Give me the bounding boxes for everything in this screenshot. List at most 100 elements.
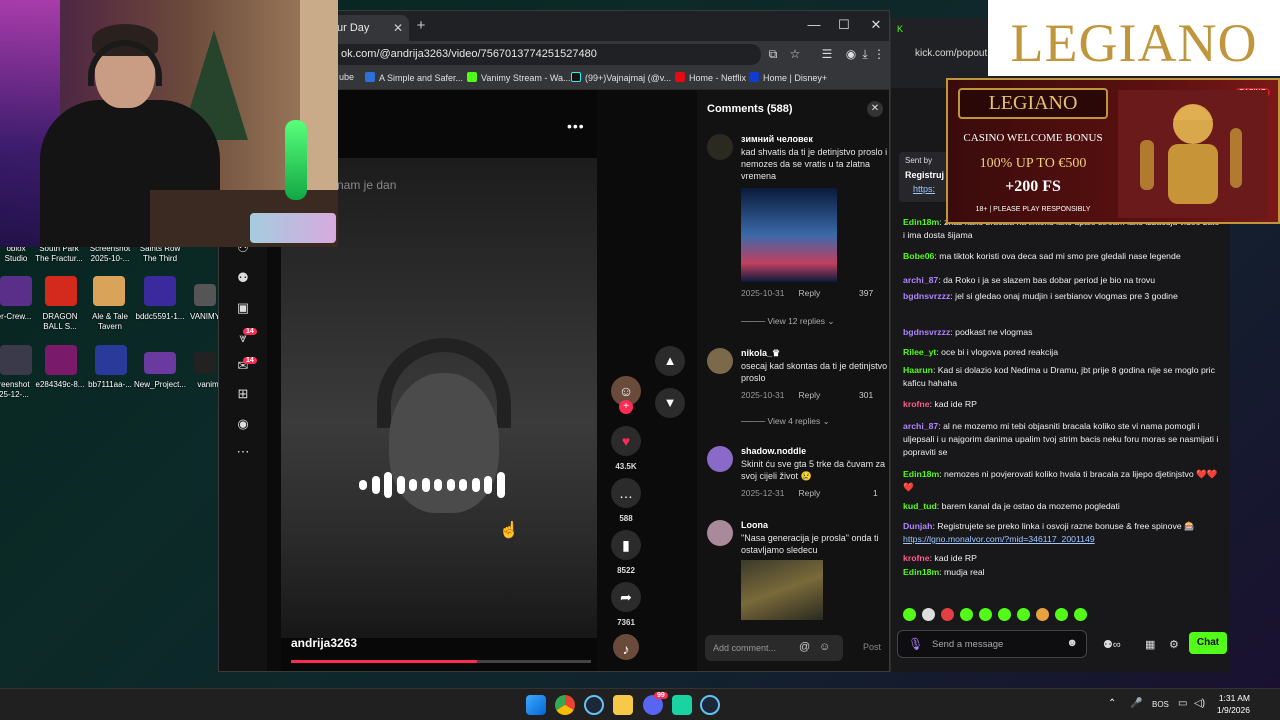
previous-video-button[interactable]: ▲ bbox=[655, 346, 685, 376]
bookmark-tiktok[interactable]: (99+)Vajnajmaj (@v... bbox=[571, 72, 671, 83]
crew-app-icon[interactable] bbox=[0, 276, 32, 306]
sound-avatar[interactable]: ♪ bbox=[607, 634, 645, 660]
video-more-icon[interactable]: ••• bbox=[567, 118, 585, 134]
legiano-banner-ad[interactable]: LEGIANO CASINO CASINO WELCOME BONUS 100%… bbox=[946, 78, 1280, 224]
vanim-file-icon[interactable] bbox=[194, 352, 216, 374]
chat-username[interactable]: archi_87 bbox=[903, 421, 938, 431]
view-replies-link[interactable]: ──── View 12 replies ⌄ bbox=[741, 316, 834, 327]
comment-author[interactable]: зимний человек bbox=[741, 134, 813, 144]
friends-icon[interactable]: ⚉ bbox=[233, 270, 253, 290]
bookmark-vanimy-stream[interactable]: Vanimy Stream - Wa... bbox=[467, 72, 571, 83]
chat-username[interactable]: Edin18m bbox=[903, 217, 939, 227]
chat-username[interactable]: krofne bbox=[903, 553, 930, 563]
ale-tale-icon[interactable] bbox=[93, 276, 125, 306]
comment-button[interactable]: … 588 bbox=[607, 478, 645, 523]
comment-author[interactable]: shadow.noddle bbox=[741, 446, 806, 456]
steam-icon[interactable] bbox=[584, 695, 604, 715]
kick-tab-icon[interactable]: K bbox=[897, 24, 903, 34]
creator-avatar[interactable]: ☺ + bbox=[607, 376, 645, 414]
steam-icon-2[interactable] bbox=[700, 695, 720, 715]
share-button[interactable]: ➦ 7361 bbox=[607, 582, 645, 627]
reading-list-icon[interactable]: ☰ bbox=[819, 47, 835, 61]
bookmark-disney[interactable]: Home | Disney+ bbox=[749, 72, 827, 83]
emote-icon[interactable] bbox=[1055, 608, 1068, 621]
save-button[interactable]: ▮ 8522 bbox=[607, 530, 645, 575]
comment-likes[interactable]: 301 bbox=[859, 390, 873, 400]
chat-username[interactable]: krofne bbox=[903, 399, 930, 409]
emote-icon[interactable] bbox=[998, 608, 1011, 621]
mention-icon[interactable]: @ bbox=[799, 641, 810, 653]
view-replies-link[interactable]: ──── View 4 replies ⌄ bbox=[741, 416, 830, 427]
screenshot-file-icon[interactable] bbox=[0, 345, 32, 375]
chat-username[interactable]: archi_87 bbox=[903, 275, 938, 285]
chat-username[interactable]: bgdnsvrzzz bbox=[903, 291, 950, 301]
video-progress-bar[interactable] bbox=[291, 660, 591, 663]
new-tab-icon[interactable]: + bbox=[411, 17, 431, 37]
minimize-icon[interactable]: — bbox=[805, 17, 823, 32]
pinned-link[interactable]: https: bbox=[913, 184, 935, 194]
chat-username[interactable]: Edin18m bbox=[903, 469, 939, 479]
reply-link[interactable]: Reply bbox=[798, 288, 820, 298]
emoji-icon[interactable]: ☺ bbox=[819, 641, 830, 653]
live-icon[interactable]: ▣ bbox=[233, 300, 253, 320]
chrome-icon[interactable] bbox=[555, 695, 575, 715]
comment-author[interactable]: Loona bbox=[741, 520, 768, 530]
reply-link[interactable]: Reply bbox=[798, 390, 820, 400]
emoji-icon[interactable]: ☻ bbox=[1066, 637, 1078, 649]
emote-icon[interactable] bbox=[979, 608, 992, 621]
video-author[interactable]: andrija3263 bbox=[291, 636, 357, 650]
chat-link[interactable]: https://lgno.monalvor.com/?mid=346117_20… bbox=[903, 534, 1095, 544]
app-icon[interactable] bbox=[672, 695, 692, 715]
chat-username[interactable]: Dunjah bbox=[903, 521, 932, 531]
follow-plus-icon[interactable]: + bbox=[619, 400, 633, 414]
desktop-icon-label[interactable]: Saints Row The Third bbox=[130, 244, 190, 264]
gear-icon[interactable]: ⚙ bbox=[1169, 638, 1179, 651]
like-button[interactable]: ♥ 43.5K bbox=[607, 426, 645, 471]
emote-icon[interactable] bbox=[1074, 608, 1087, 621]
comment-likes[interactable]: 397 bbox=[859, 288, 873, 298]
emote-icon[interactable] bbox=[1017, 608, 1030, 621]
reply-link[interactable]: Reply bbox=[798, 488, 820, 498]
avatar[interactable] bbox=[707, 520, 733, 546]
close-comments-icon[interactable]: ✕ bbox=[867, 101, 883, 117]
send-message-input[interactable]: 🎙 Send a message ☻ bbox=[897, 630, 1087, 658]
chat-button[interactable]: Chat bbox=[1189, 632, 1227, 654]
comment-image[interactable] bbox=[741, 560, 823, 620]
kick-url[interactable]: kick.com/popout bbox=[915, 48, 987, 59]
bddc-file-icon[interactable] bbox=[144, 276, 176, 306]
emote-icon[interactable] bbox=[903, 608, 916, 621]
mic-tray-icon[interactable]: 🎤 bbox=[1130, 698, 1142, 709]
close-window-icon[interactable]: ✕ bbox=[867, 17, 885, 33]
chat-username[interactable]: Edin18m bbox=[903, 567, 939, 577]
e284-file-icon[interactable] bbox=[45, 345, 77, 375]
volume-icon[interactable]: ◁) bbox=[1194, 698, 1205, 709]
post-button[interactable]: Post bbox=[863, 642, 881, 652]
bb71-file-icon[interactable] bbox=[95, 345, 127, 375]
vanimy-icon[interactable] bbox=[194, 284, 216, 306]
mic-icon[interactable]: 🎙 bbox=[908, 637, 923, 651]
bookmark-netflix[interactable]: Home - Netflix bbox=[675, 72, 746, 83]
comment-image[interactable] bbox=[741, 188, 837, 282]
bookmark-star-icon[interactable]: ☆ bbox=[787, 47, 803, 61]
chat-username[interactable]: Haarun bbox=[903, 365, 933, 375]
emote-icon[interactable] bbox=[922, 608, 935, 621]
bookmark-simple-safer[interactable]: A Simple and Safer... bbox=[365, 72, 463, 83]
bookmark-youtube[interactable]: ube bbox=[339, 72, 354, 82]
comment-author[interactable]: nikola_♛ bbox=[741, 348, 780, 359]
chat-username[interactable]: kud_tud bbox=[903, 501, 937, 511]
emote-icon[interactable] bbox=[960, 608, 973, 621]
chat-username[interactable]: Bobe06 bbox=[903, 251, 934, 261]
comment-likes[interactable]: 1 bbox=[873, 488, 878, 498]
start-icon[interactable] bbox=[526, 695, 546, 715]
install-icon[interactable]: ⧉ bbox=[765, 47, 781, 62]
monitor-icon[interactable]: ▭ bbox=[1178, 698, 1187, 709]
close-icon[interactable]: ✕ bbox=[393, 15, 403, 41]
avatar[interactable] bbox=[707, 446, 733, 472]
tray-chevron-icon[interactable]: ⌃ bbox=[1108, 698, 1116, 709]
chat-username[interactable]: Rilee_yt bbox=[903, 347, 936, 357]
clock[interactable]: 1:31 AM 1/9/2026 bbox=[1210, 692, 1250, 716]
maximize-icon[interactable]: ☐ bbox=[835, 17, 853, 33]
file-explorer-icon[interactable] bbox=[613, 695, 633, 715]
emote-icon[interactable] bbox=[941, 608, 954, 621]
more-icon[interactable]: ⋯ bbox=[233, 444, 253, 464]
